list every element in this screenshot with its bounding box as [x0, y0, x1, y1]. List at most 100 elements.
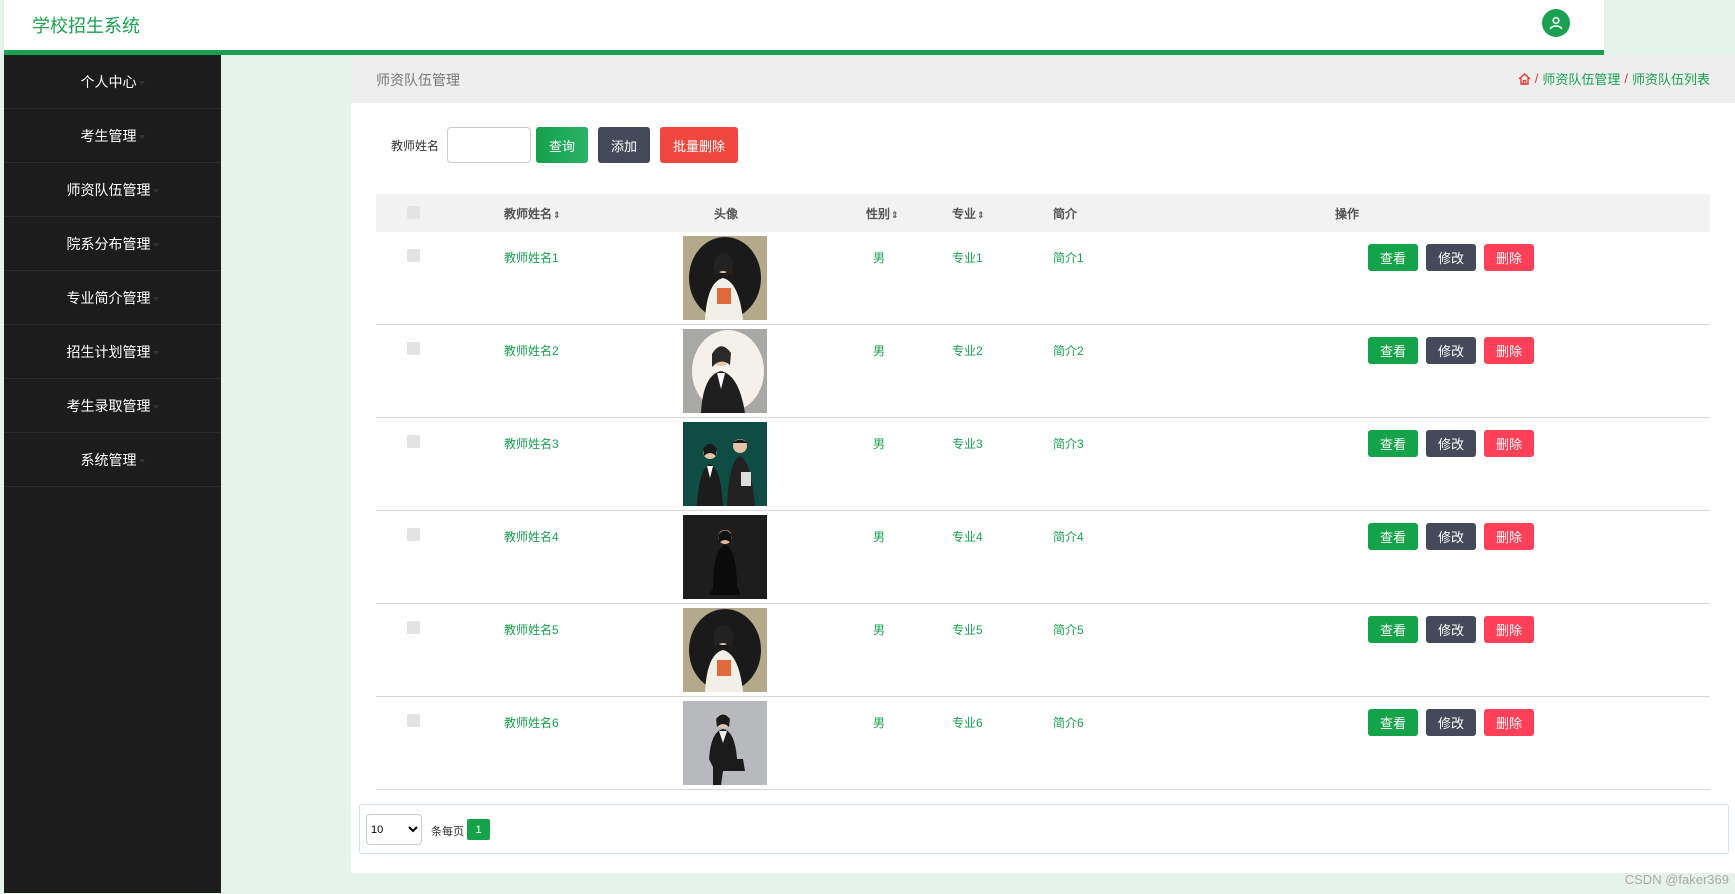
sidebar-item-admission[interactable]: 考生录取管理 — [4, 379, 221, 433]
batch-delete-button[interactable]: 批量删除 — [660, 127, 739, 163]
row-checkbox[interactable] — [407, 714, 420, 727]
teacher-avatar-image — [683, 515, 767, 599]
delete-button[interactable]: 删除 — [1484, 523, 1534, 550]
view-button[interactable]: 查看 — [1368, 430, 1418, 457]
column-header-name[interactable]: 教师姓名⇕ — [504, 205, 561, 222]
row-checkbox[interactable] — [407, 528, 420, 541]
row-actions: 查看 修改 删除 — [1368, 709, 1534, 736]
edit-button[interactable]: 修改 — [1426, 709, 1476, 736]
teacher-table: 教师姓名⇕ 头像 性别⇕ 专业⇕ 简介 操作 教师姓名1 男专业1 简介1 查看 修改删… — [376, 194, 1710, 790]
teacher-name[interactable]: 教师姓名2 — [504, 342, 559, 359]
edit-button[interactable]: 修改 — [1426, 244, 1476, 271]
caret-down-icon — [152, 405, 159, 409]
teacher-name-input[interactable] — [447, 127, 532, 163]
caret-down-icon — [152, 351, 159, 355]
column-header-major[interactable]: 专业⇕ — [952, 205, 985, 222]
teacher-name[interactable]: 教师姓名4 — [504, 528, 559, 545]
breadcrumb-teachers[interactable]: 师资队伍管理 — [1542, 69, 1620, 88]
delete-button[interactable]: 删除 — [1484, 709, 1534, 736]
sidebar-item-teachers[interactable]: 师资队伍管理 — [4, 163, 221, 217]
breadcrumb: / 师资队伍管理 / 师资队伍列表 — [1518, 69, 1710, 88]
view-button[interactable]: 查看 — [1368, 337, 1418, 364]
column-header-gender[interactable]: 性别⇕ — [866, 205, 899, 222]
sidebar-item-label: 专业简介管理 — [66, 289, 151, 306]
delete-button[interactable]: 删除 — [1484, 430, 1534, 457]
teacher-gender: 男 — [873, 716, 886, 730]
teacher-intro: 简介3 — [1053, 437, 1084, 451]
breadcrumb-separator: / — [1624, 71, 1628, 86]
row-checkbox[interactable] — [407, 249, 420, 262]
row-actions: 查看 修改 删除 — [1368, 244, 1534, 271]
teacher-gender: 男 — [873, 530, 886, 544]
select-all-checkbox[interactable] — [407, 206, 420, 219]
edit-button[interactable]: 修改 — [1426, 430, 1476, 457]
page-number-button[interactable]: 1 — [467, 819, 490, 840]
teacher-avatar-image — [683, 236, 767, 320]
sidebar-item-label: 考生录取管理 — [66, 397, 151, 414]
query-button[interactable]: 查询 — [536, 127, 589, 163]
pagination: 10 条每页 1 — [359, 804, 1729, 854]
teacher-major: 专业1 — [952, 251, 983, 265]
add-button[interactable]: 添加 — [598, 127, 651, 163]
sidebar-item-examinee[interactable]: 考生管理 — [4, 109, 221, 163]
teacher-avatar-image — [683, 701, 767, 785]
column-header-avatar: 头像 — [714, 207, 739, 221]
sort-icon: ⇕ — [553, 210, 561, 220]
delete-button[interactable]: 删除 — [1484, 616, 1534, 643]
sidebar-item-label: 院系分布管理 — [66, 235, 151, 252]
search-label: 教师姓名 — [391, 138, 440, 153]
sidebar-item-label: 系统管理 — [80, 451, 137, 468]
sidebar-item-label: 考生管理 — [80, 127, 137, 144]
teacher-intro: 简介1 — [1053, 251, 1084, 265]
teacher-intro: 简介4 — [1053, 530, 1084, 544]
edit-button[interactable]: 修改 — [1426, 523, 1476, 550]
teacher-intro: 简介5 — [1053, 623, 1084, 637]
row-checkbox[interactable] — [407, 621, 420, 634]
sidebar-item-personal-center[interactable]: 个人中心 — [4, 55, 221, 109]
teacher-gender: 男 — [873, 437, 886, 451]
teacher-intro: 简介2 — [1053, 344, 1084, 358]
home-icon[interactable] — [1518, 72, 1531, 85]
sidebar-item-departments[interactable]: 院系分布管理 — [4, 217, 221, 271]
view-button[interactable]: 查看 — [1368, 523, 1418, 550]
column-header-label: 教师姓名 — [504, 207, 553, 221]
edit-button[interactable]: 修改 — [1426, 616, 1476, 643]
delete-button[interactable]: 删除 — [1484, 244, 1534, 271]
teacher-gender: 男 — [873, 623, 886, 637]
breadcrumb-teacher-list[interactable]: 师资队伍列表 — [1632, 69, 1710, 88]
row-checkbox[interactable] — [407, 435, 420, 448]
sidebar-item-label: 招生计划管理 — [66, 343, 151, 360]
row-checkbox[interactable] — [407, 342, 420, 355]
sidebar-item-system[interactable]: 系统管理 — [4, 433, 221, 487]
edit-button[interactable]: 修改 — [1426, 337, 1476, 364]
row-actions: 查看 修改 删除 — [1368, 337, 1534, 364]
teacher-name[interactable]: 教师姓名1 — [504, 249, 559, 266]
top-header: 学校招生系统 — [4, 0, 1604, 55]
caret-down-icon — [152, 189, 159, 193]
view-button[interactable]: 查看 — [1368, 244, 1418, 271]
teacher-avatar-image — [683, 329, 767, 413]
caret-down-icon — [138, 459, 145, 463]
teacher-name[interactable]: 教师姓名5 — [504, 621, 559, 638]
sidebar: 个人中心 考生管理 师资队伍管理 院系分布管理 专业简介管理 招生计划管理 考生… — [4, 55, 221, 893]
row-actions: 查看 修改 删除 — [1368, 616, 1534, 643]
table-row: 教师姓名5 男 专业5 简介5 查看 修改 删除 — [376, 604, 1710, 697]
view-button[interactable]: 查看 — [1368, 616, 1418, 643]
teacher-intro: 简介6 — [1053, 716, 1084, 730]
table-row: 教师姓名3 男 专业3 简介3 查看 修改 删除 — [376, 418, 1710, 511]
main-panel: 师资队伍管理 / 师资队伍管理 / 师资队伍列表 教师姓名 查询 添加 批量删除… — [351, 55, 1735, 873]
teacher-name[interactable]: 教师姓名3 — [504, 435, 559, 452]
teacher-gender: 男 — [873, 251, 886, 265]
delete-button[interactable]: 删除 — [1484, 337, 1534, 364]
view-button[interactable]: 查看 — [1368, 709, 1418, 736]
sidebar-item-majors[interactable]: 专业简介管理 — [4, 271, 221, 325]
watermark: CSDN @faker369 — [1624, 872, 1729, 887]
sidebar-item-enrollment-plan[interactable]: 招生计划管理 — [4, 325, 221, 379]
page-size-select[interactable]: 10 — [366, 814, 422, 845]
page-title: 师资队伍管理 — [376, 72, 460, 88]
teacher-name[interactable]: 教师姓名6 — [504, 714, 559, 731]
user-avatar-button[interactable] — [1542, 9, 1570, 37]
search-bar: 教师姓名 查询 添加 批量删除 — [391, 127, 748, 163]
table-row: 教师姓名4 男 专业4 简介4 查看 修改 删除 — [376, 511, 1710, 604]
breadcrumb-separator: / — [1534, 71, 1539, 86]
